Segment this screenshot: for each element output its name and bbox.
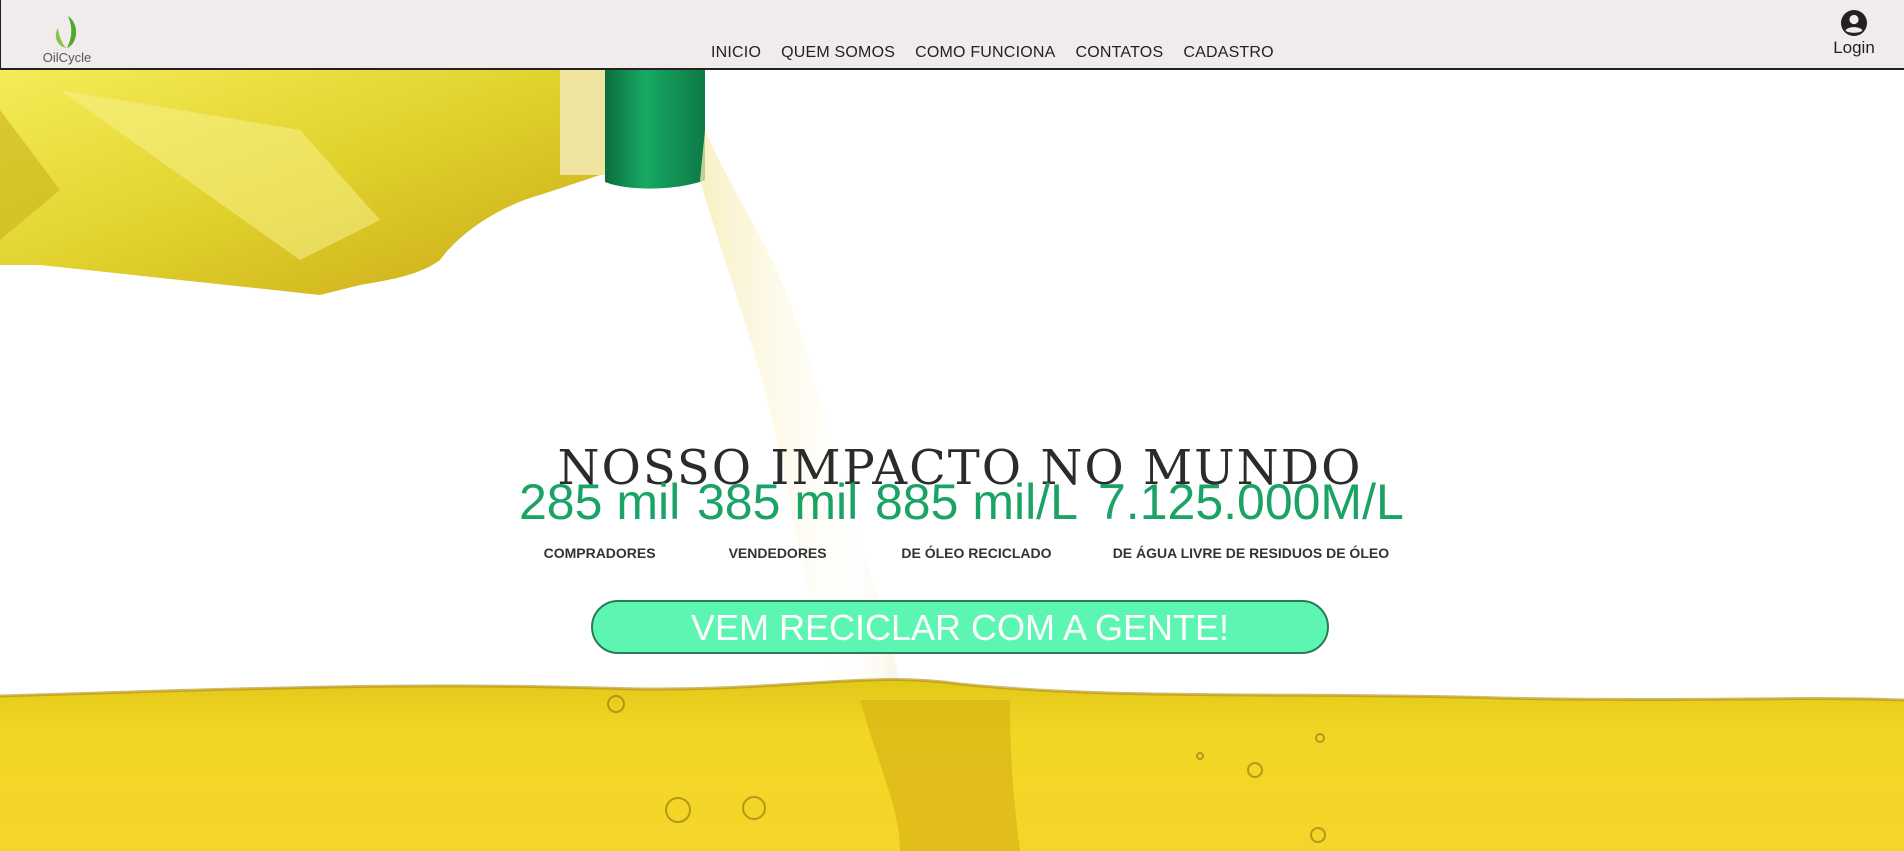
user-account-icon [1841, 10, 1867, 36]
login-button[interactable]: Login [1824, 9, 1884, 58]
stat-vendedores: 385 mil VENDEDORES [697, 473, 858, 561]
nav-quem-somos[interactable]: QUEM SOMOS [781, 44, 895, 62]
cta-recycle-button[interactable]: VEM RECICLAR COM A GENTE! [591, 600, 1329, 654]
stat-agua-livre: 7.125.000M/L DE ÁGUA LIVRE DE RESIDUOS D… [1098, 473, 1404, 561]
login-label: Login [1833, 38, 1875, 57]
stat-label: VENDEDORES [728, 545, 827, 561]
stat-label: DE ÁGUA LIVRE DE RESIDUOS DE ÓLEO [1112, 545, 1390, 561]
stat-label: DE ÓLEO RECICLADO [901, 545, 1052, 561]
top-navbar: OilCycle INICIO QUEM SOMOS COMO FUNCIONA… [0, 0, 1904, 70]
main-nav: INICIO QUEM SOMOS COMO FUNCIONA CONTATOS… [711, 44, 1274, 62]
brand-logo[interactable]: OilCycle [39, 14, 95, 65]
nav-cadastro[interactable]: CADASTRO [1183, 44, 1274, 62]
nav-contatos[interactable]: CONTATOS [1075, 44, 1163, 62]
stat-compradores: 285 mil COMPRADORES [519, 473, 680, 561]
nav-como-funciona[interactable]: COMO FUNCIONA [915, 44, 1055, 62]
stat-value: 385 mil [697, 474, 859, 530]
stat-label: COMPRADORES [543, 545, 656, 561]
stat-value: 285 mil [519, 474, 681, 530]
stat-oleo-reciclado: 885 mil/L DE ÓLEO RECICLADO [875, 473, 1078, 561]
brand-name: OilCycle [42, 50, 92, 65]
stat-value: 7.125.000M/L [1098, 474, 1404, 530]
nav-inicio[interactable]: INICIO [711, 44, 761, 62]
stat-value: 885 mil/L [875, 474, 1078, 530]
leaf-logo-icon [55, 16, 77, 48]
hero-section: NOSSO IMPACTO NO MUNDO 285 mil COMPRADOR… [0, 70, 1904, 851]
